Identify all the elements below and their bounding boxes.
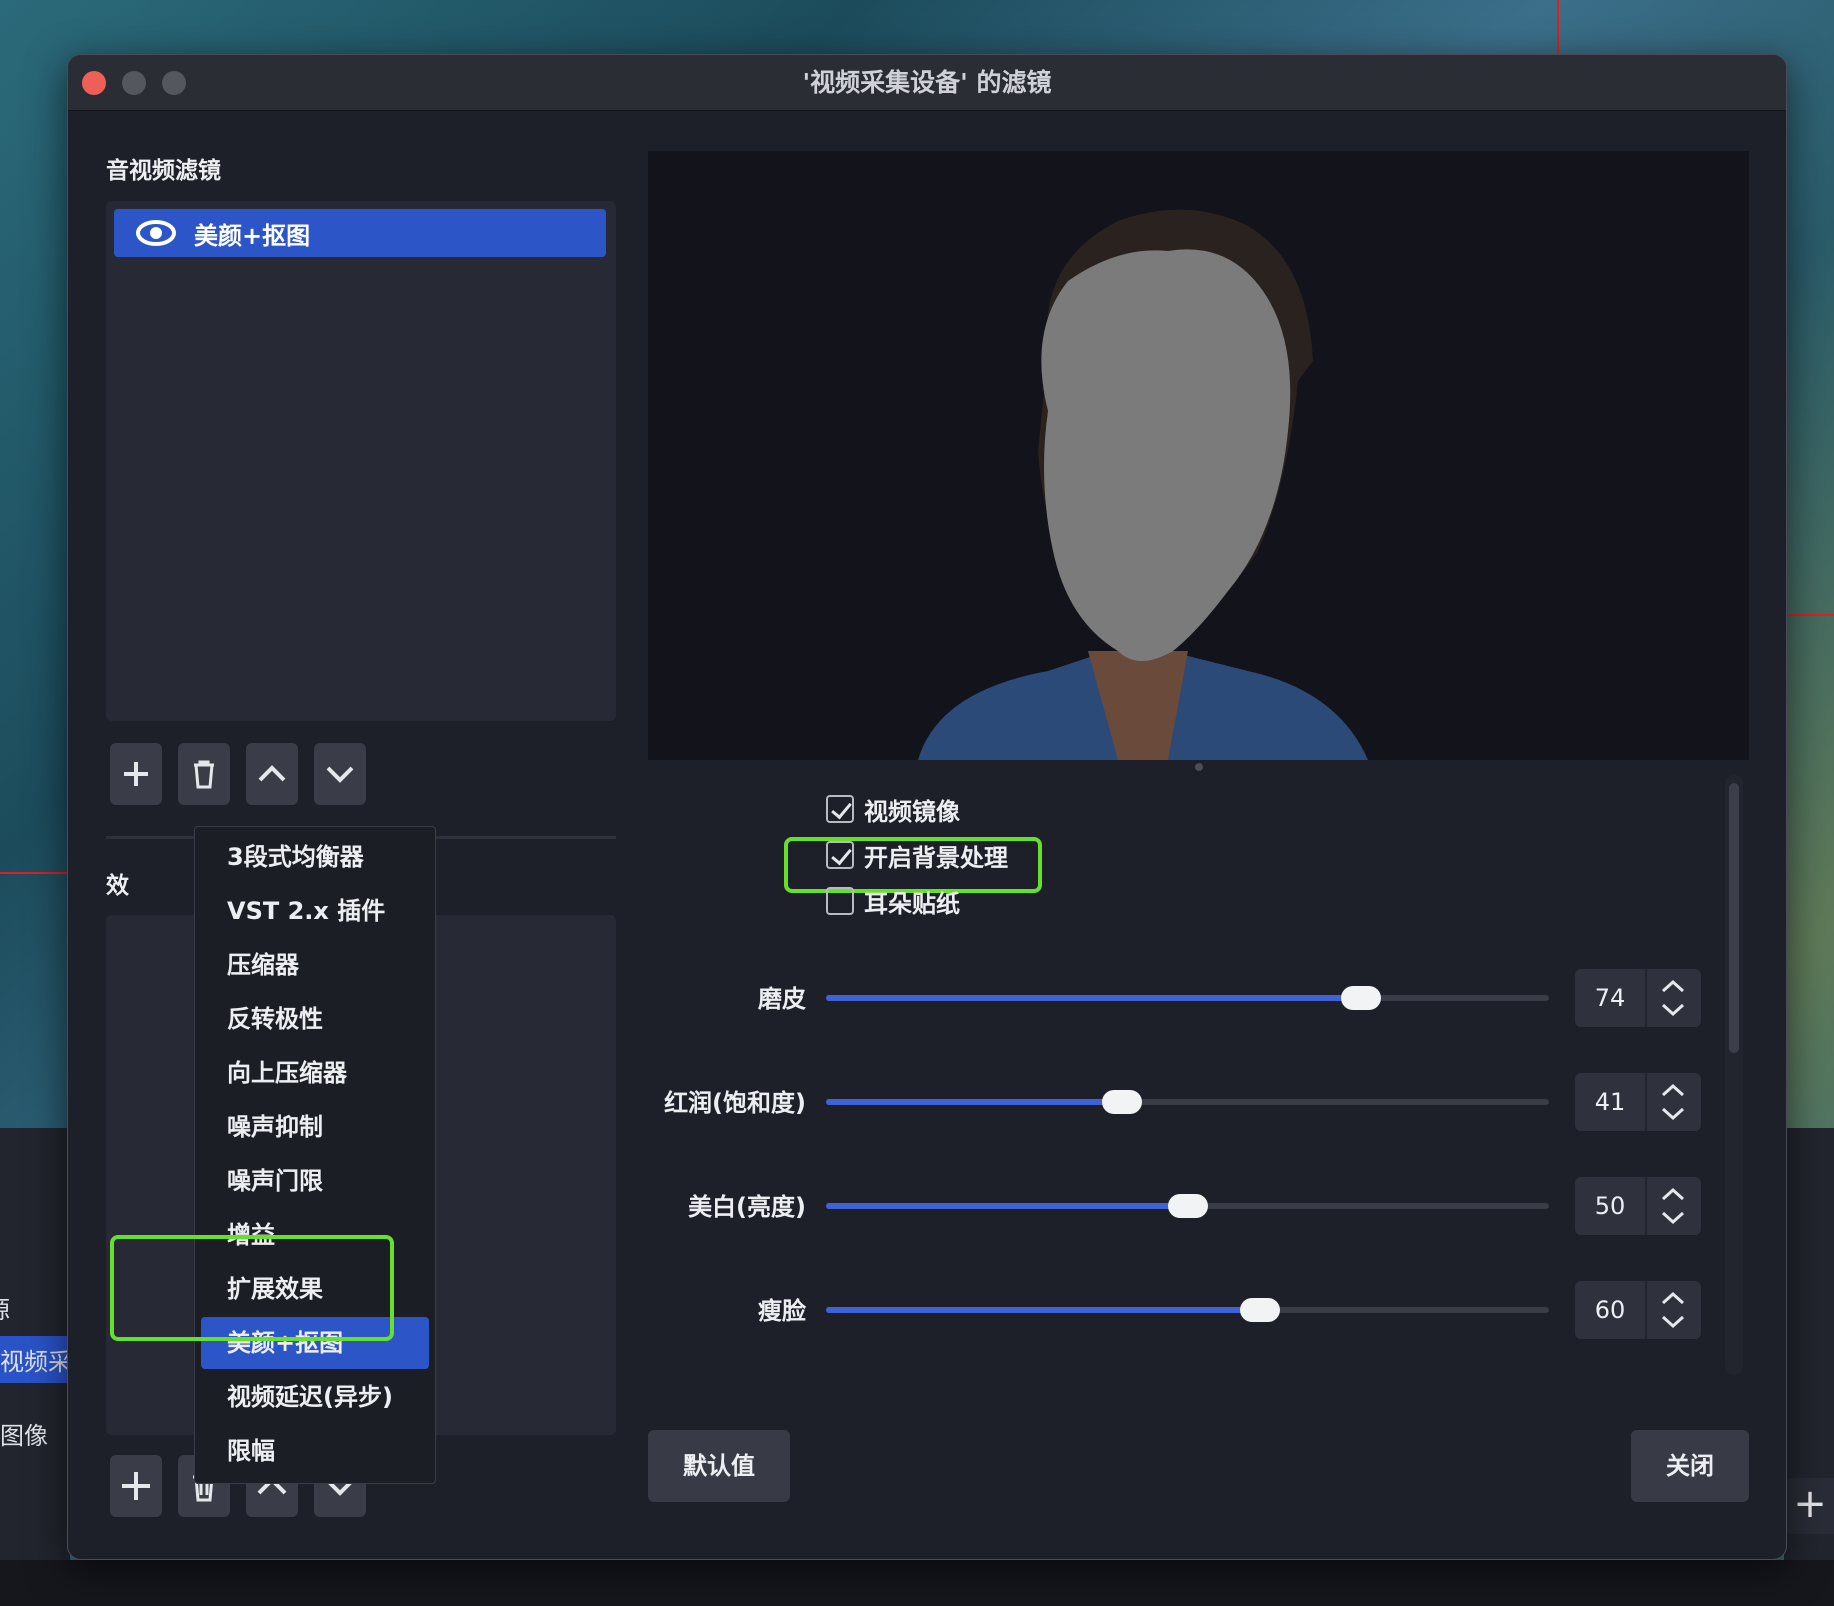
background-processing-checkbox[interactable]	[826, 841, 854, 869]
menu-item-eq[interactable]: 3段式均衡器	[195, 831, 435, 883]
eye-icon[interactable]	[136, 219, 176, 247]
menu-item-invert-polarity[interactable]: 反转极性	[195, 993, 435, 1045]
spinbox-value[interactable]: 60	[1575, 1281, 1645, 1339]
person-cutout-image	[918, 209, 1368, 760]
spinbox-divider	[1645, 1073, 1647, 1131]
background-processing-checkbox-row[interactable]: 开启背景处理	[826, 837, 1008, 873]
menu-item-noise-suppression[interactable]: 噪声抑制	[195, 1101, 435, 1153]
background-marker-line	[0, 872, 68, 874]
mirror-checkbox-label: 视频镜像	[864, 797, 960, 826]
spin-arrows-icon[interactable]	[1649, 1285, 1697, 1335]
menu-item-video-delay[interactable]: 视频延迟(异步)	[195, 1371, 435, 1423]
value-spinbox[interactable]: 74	[1575, 969, 1701, 1027]
add-filter-button[interactable]	[110, 743, 162, 805]
options-scrollbar[interactable]	[1725, 775, 1743, 1375]
spin-arrows-icon[interactable]	[1649, 1077, 1697, 1127]
mirror-checkbox-row[interactable]: 视频镜像	[826, 791, 960, 827]
background-obs-right-panel	[1784, 1128, 1834, 1606]
filter-item-label: 美颜+抠图	[194, 221, 311, 250]
slider-thumb[interactable]	[1102, 1090, 1143, 1114]
menu-item-limiter[interactable]: 限幅	[195, 1425, 435, 1477]
trash-icon	[194, 760, 214, 789]
highlight-annotation	[110, 1235, 394, 1341]
defaults-button[interactable]: 默认值	[648, 1430, 790, 1502]
background-add-icon[interactable]: +	[1786, 1478, 1834, 1534]
slider-label: 红润(饱和度)	[664, 1089, 806, 1117]
plus-icon	[124, 762, 148, 786]
slider-thumb[interactable]	[1239, 1298, 1280, 1322]
slider-fill	[826, 1099, 1123, 1105]
remove-filter-button[interactable]	[178, 743, 230, 805]
menu-item-compressor[interactable]: 压缩器	[195, 939, 435, 991]
background-obs-bottom	[0, 1560, 1834, 1606]
spinbox-value[interactable]: 50	[1575, 1177, 1645, 1235]
zoom-window-button[interactable]	[162, 71, 186, 95]
spin-arrows-icon[interactable]	[1649, 973, 1697, 1023]
close-button[interactable]: 关闭	[1631, 1430, 1749, 1502]
minimize-window-button[interactable]	[122, 71, 146, 95]
spinbox-divider	[1645, 1281, 1647, 1339]
slider-thumb[interactable]	[1167, 1194, 1208, 1218]
ear-sticker-checkbox-row[interactable]: 耳朵贴纸	[826, 883, 960, 919]
filters-dialog: '视频采集设备' 的滤镜 音视频滤镜 美颜+抠图 效 视频镜像 开启背景处理 耳…	[67, 54, 1787, 1560]
value-spinbox[interactable]: 50	[1575, 1177, 1701, 1235]
filters-section-label: 音视频滤镜	[106, 158, 221, 184]
chevron-up-icon	[258, 765, 286, 782]
background-source-item[interactable]: 图像	[0, 1416, 48, 1451]
spinbox-value[interactable]: 74	[1575, 969, 1645, 1027]
menu-item-upward-compressor[interactable]: 向上压缩器	[195, 1047, 435, 1099]
window-title: '视频采集设备' 的滤镜	[802, 68, 1052, 97]
mirror-checkbox[interactable]	[826, 795, 854, 823]
slider-track[interactable]	[826, 1090, 1549, 1114]
filter-item-beauty[interactable]: 美颜+抠图	[114, 209, 606, 257]
slider-thumb[interactable]	[1341, 986, 1382, 1010]
slider-fill	[826, 1307, 1260, 1313]
background-marker-line	[1786, 614, 1834, 616]
move-filter-up-button[interactable]	[246, 743, 298, 805]
filters-list: 美颜+抠图	[106, 201, 616, 721]
slider-label: 美白(亮度)	[688, 1193, 806, 1221]
spinbox-divider	[1645, 969, 1647, 1027]
slider-track[interactable]	[826, 986, 1549, 1010]
move-filter-down-button[interactable]	[314, 743, 366, 805]
titlebar: '视频采集设备' 的滤镜	[68, 55, 1786, 111]
spin-arrows-icon[interactable]	[1649, 1181, 1697, 1231]
background-source-item[interactable]: 视频采	[0, 1336, 72, 1383]
value-spinbox[interactable]: 60	[1575, 1281, 1701, 1339]
value-spinbox[interactable]: 41	[1575, 1073, 1701, 1131]
background-processing-label: 开启背景处理	[864, 843, 1008, 872]
spinbox-divider	[1645, 1177, 1647, 1235]
video-preview	[648, 151, 1749, 760]
add-effect-button[interactable]	[110, 1455, 162, 1517]
menu-item-noise-gate[interactable]: 噪声门限	[195, 1155, 435, 1207]
plus-icon	[122, 1472, 150, 1500]
menu-item-vst[interactable]: VST 2.x 插件	[195, 885, 435, 937]
slider-track[interactable]	[826, 1194, 1549, 1218]
effects-section-label: 效	[106, 873, 129, 899]
background-sources-heading: 源	[0, 1290, 10, 1325]
add-filter-menu: 3段式均衡器 VST 2.x 插件 压缩器 反转极性 向上压缩器 噪声抑制 噪声…	[194, 826, 436, 1484]
slider-label: 瘦脸	[758, 1297, 806, 1325]
options-scrollbar-thumb[interactable]	[1729, 783, 1739, 1053]
slider-label: 磨皮	[758, 985, 806, 1013]
ear-sticker-label: 耳朵贴纸	[864, 889, 960, 918]
close-window-button[interactable]	[82, 71, 106, 95]
ear-sticker-checkbox[interactable]	[826, 887, 854, 915]
background-obs-sources-panel: 源 视频采 图像	[0, 1128, 72, 1606]
spinbox-value[interactable]: 41	[1575, 1073, 1645, 1131]
slider-track[interactable]	[826, 1298, 1549, 1322]
chevron-down-icon	[326, 766, 354, 783]
splitter-handle[interactable]	[1195, 763, 1203, 771]
slider-fill	[826, 995, 1362, 1001]
background-marker-line	[1557, 0, 1559, 54]
slider-fill	[826, 1203, 1188, 1209]
